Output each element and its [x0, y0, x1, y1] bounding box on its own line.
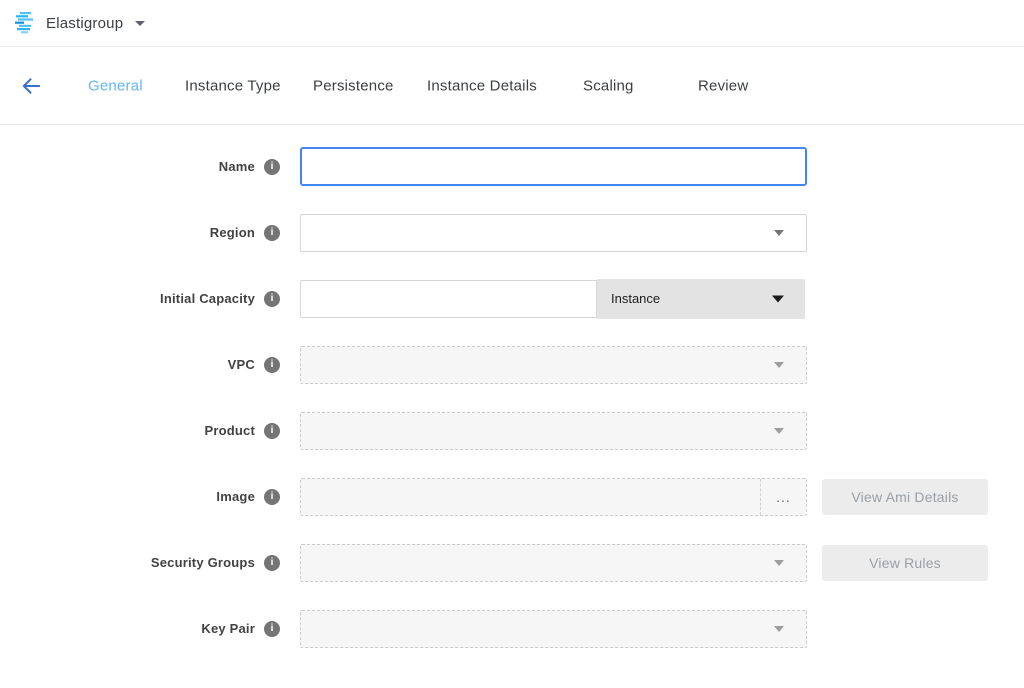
vpc-select [300, 346, 807, 384]
tab-persistence[interactable]: Persistence [313, 77, 394, 94]
info-icon[interactable]: i [264, 423, 280, 439]
key-pair-label: Key Pair [201, 621, 255, 636]
name-label: Name [219, 159, 255, 174]
elastigroup-logo-icon [13, 10, 37, 36]
arrow-left-icon [20, 74, 43, 97]
chevron-down-icon [774, 626, 784, 632]
region-select[interactable] [300, 214, 807, 252]
security-groups-label: Security Groups [151, 555, 255, 570]
form-row-key-pair: Key Pair i [0, 609, 1024, 648]
image-label: Image [216, 489, 255, 504]
tab-instance-type[interactable]: Instance Type [185, 77, 281, 94]
info-icon[interactable]: i [264, 489, 280, 505]
view-rules-button: View Rules [822, 545, 988, 581]
chevron-down-icon [774, 428, 784, 434]
region-label: Region [210, 225, 255, 240]
chevron-down-icon [774, 560, 784, 566]
product-label: Product [204, 423, 255, 438]
capacity-unit-select[interactable]: Instance [597, 279, 805, 319]
info-icon[interactable]: i [264, 621, 280, 637]
general-form: Name i Region i Initial Capacity i Insta… [0, 125, 1024, 648]
elastigroup-app-menu[interactable]: Elastigroup [13, 10, 145, 36]
initial-capacity-input[interactable] [300, 280, 597, 318]
capacity-unit-value: Instance [611, 291, 660, 306]
image-browse-button: ... [760, 479, 806, 515]
tab-general[interactable]: General [88, 77, 143, 94]
form-row-product: Product i [0, 411, 1024, 450]
info-icon[interactable]: i [264, 225, 280, 241]
wizard-tabbar: General Instance Type Persistence Instan… [0, 47, 1024, 125]
key-pair-select [300, 610, 807, 648]
info-icon[interactable]: i [264, 357, 280, 373]
tab-review[interactable]: Review [698, 77, 748, 94]
image-picker: ... [300, 478, 807, 516]
form-row-region: Region i [0, 213, 1024, 252]
form-row-security-groups: Security Groups i View Rules [0, 543, 1024, 582]
vpc-label: VPC [228, 357, 255, 372]
form-row-initial-capacity: Initial Capacity i Instance [0, 279, 1024, 318]
form-row-name: Name i [0, 147, 1024, 186]
chevron-down-icon [135, 21, 145, 26]
chevron-down-icon [772, 295, 784, 302]
form-row-vpc: VPC i [0, 345, 1024, 384]
product-select [300, 412, 807, 450]
form-row-image: Image i ... View Ami Details [0, 477, 1024, 516]
security-groups-select [300, 544, 807, 582]
name-input[interactable] [300, 147, 807, 186]
initial-capacity-label: Initial Capacity [160, 291, 255, 306]
chevron-down-icon [774, 230, 784, 236]
tab-scaling[interactable]: Scaling [583, 77, 634, 94]
info-icon[interactable]: i [264, 159, 280, 175]
back-button[interactable] [18, 72, 45, 99]
app-title: Elastigroup [46, 15, 123, 32]
chevron-down-icon [774, 362, 784, 368]
tab-instance-details[interactable]: Instance Details [427, 77, 537, 94]
image-picker-value [301, 479, 760, 515]
view-ami-details-button: View Ami Details [822, 479, 988, 515]
info-icon[interactable]: i [264, 291, 280, 307]
topbar: Elastigroup [0, 0, 1024, 47]
info-icon[interactable]: i [264, 555, 280, 571]
